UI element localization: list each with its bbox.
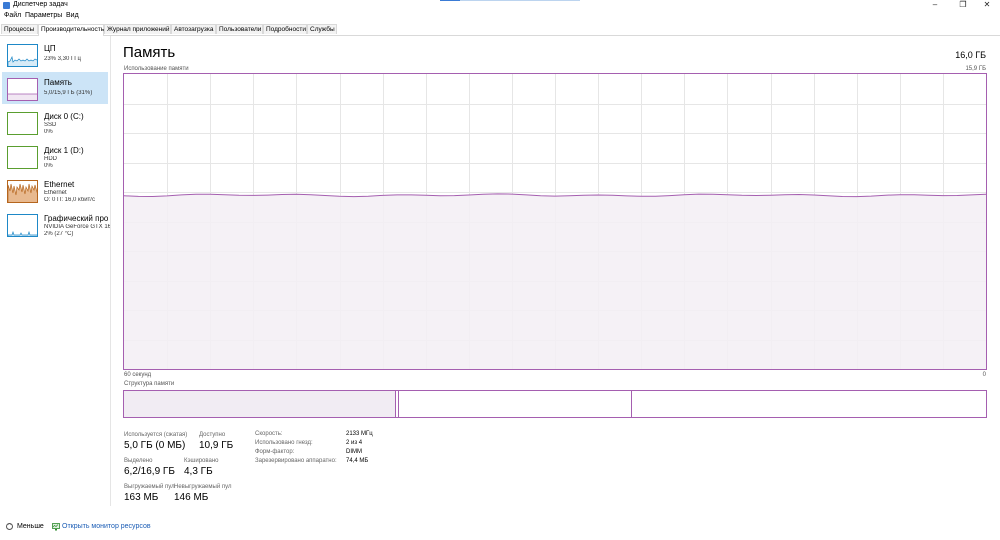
title-accent: [440, 0, 460, 1]
close-button[interactable]: ✕: [974, 0, 1000, 11]
nonpaged-pool-label: Невыгружаемый пул: [174, 484, 232, 490]
ethernet-thumbnail-graph: [7, 180, 38, 203]
menu-options[interactable]: Параметры: [25, 12, 62, 19]
tab-processes[interactable]: Процессы: [1, 24, 38, 34]
cached-label: Кэшировано: [184, 458, 219, 464]
sidebar-item-gpu[interactable]: Графический про NVIDIA GeForce GTX 166 2…: [2, 208, 110, 240]
tab-bar: Процессы Производительность Журнал прило…: [0, 24, 1000, 36]
tab-startup[interactable]: Автозагрузка: [171, 24, 216, 34]
available-value: 10,9 ГБ: [199, 440, 234, 451]
sidebar-item-memory[interactable]: Память 5,0/15,9 ГБ (31%): [2, 72, 108, 104]
sidebar-item-adapter: Ethernet: [44, 190, 67, 196]
tab-app-history[interactable]: Журнал приложений: [104, 24, 171, 34]
sidebar-item-title: Диск 1 (D:): [44, 146, 84, 155]
sidebar-item-cpu[interactable]: ЦП 23% 3,30 ГГц: [2, 38, 108, 70]
memory-usage-area: [124, 193, 986, 369]
graph-max-value: 15,9 ГБ: [965, 66, 986, 72]
footer-bar: ^ Меньше Открыть монитор ресурсов: [0, 520, 1000, 536]
graph-time-end: 0: [982, 372, 986, 378]
form-factor-value: DIMM: [346, 449, 362, 455]
sidebar-item-title: Ethernet: [44, 180, 75, 189]
tab-services[interactable]: Службы: [307, 24, 337, 34]
sidebar-item-model: NVIDIA GeForce GTX 166: [44, 224, 110, 230]
cpu-thumbnail-graph: [7, 44, 38, 67]
sidebar-item-usage: 2% (27 °C): [44, 231, 74, 237]
speed-value: 2133 МГц: [346, 431, 373, 437]
memory-thumbnail-graph: [7, 78, 38, 101]
sidebar-item-usage: 0%: [44, 163, 53, 169]
page-title: Память: [123, 44, 176, 61]
available-label: Доступно: [199, 432, 226, 438]
composition-in-use: [124, 391, 396, 417]
sidebar-item-title: Память: [44, 78, 72, 87]
slots-value: 2 из 4: [346, 440, 363, 446]
paged-pool-value: 163 МБ: [124, 492, 159, 503]
sidebar-item-detail: 5,0/15,9 ГБ (31%): [44, 90, 93, 96]
sidebar-item-title: ЦП: [44, 44, 56, 53]
sidebar-item-usage: 0%: [44, 129, 53, 135]
sidebar-item-type: HDD: [44, 156, 57, 162]
menu-file[interactable]: Файл: [4, 12, 21, 19]
sidebar-item-throughput: О: 0 П: 16,0 кбит/с: [44, 197, 95, 203]
paged-pool-label: Выгружаемый пул: [124, 484, 175, 490]
composition-standby: [399, 391, 632, 417]
committed-value: 6,2/16,9 ГБ: [124, 466, 175, 477]
title-accent-light: [460, 0, 580, 1]
disk-thumbnail-graph: [7, 146, 38, 169]
in-use-value: 5,0 ГБ (0 МБ): [124, 440, 186, 451]
speed-label: Скорость:: [255, 431, 283, 437]
graph-title: Использование памяти: [124, 66, 189, 72]
tab-users[interactable]: Пользователи: [216, 24, 263, 34]
gpu-thumbnail-graph: [7, 214, 38, 237]
hardware-reserved-value: 74,4 МБ: [346, 458, 369, 464]
sidebar-item-title: Диск 0 (C:): [44, 112, 84, 121]
graph-time-span: 60 секунд: [124, 372, 152, 378]
resource-monitor-icon[interactable]: [52, 523, 60, 531]
window-title: Диспетчер задач: [13, 1, 68, 8]
sidebar-item-type: SSD: [44, 122, 57, 128]
in-use-label: Используется (сжатая): [124, 432, 188, 438]
task-manager-icon: [3, 2, 10, 9]
tab-details[interactable]: Подробности: [263, 24, 307, 34]
open-resource-monitor-link[interactable]: Открыть монитор ресурсов: [62, 523, 151, 530]
memory-usage-graph: [123, 73, 987, 370]
sidebar-item-disk-0[interactable]: Диск 0 (C:) SSD 0%: [2, 106, 108, 138]
fewer-details-button[interactable]: Меньше: [17, 523, 44, 530]
sidebar-item-detail: 23% 3,30 ГГц: [44, 56, 81, 62]
chevron-up-icon[interactable]: ^: [6, 523, 13, 530]
composition-title: Структура памяти: [124, 381, 175, 387]
memory-composition-bar: [123, 390, 987, 418]
form-factor-label: Форм-фактор:: [255, 449, 295, 455]
sidebar-item-ethernet[interactable]: Ethernet Ethernet О: 0 П: 16,0 кбит/с: [2, 174, 108, 206]
slots-label: Использовано гнезд:: [255, 440, 313, 446]
hardware-reserved-label: Зарезервировано аппаратно:: [255, 458, 337, 464]
sidebar-item-title: Графический про: [44, 214, 109, 223]
nonpaged-pool-value: 146 МБ: [174, 492, 209, 503]
tab-performance[interactable]: Производительность: [38, 24, 104, 36]
restore-button[interactable]: ❐: [950, 0, 976, 11]
cached-value: 4,3 ГБ: [184, 466, 213, 477]
title-bar: Диспетчер задач – ❐ ✕: [0, 0, 1000, 11]
minimize-button[interactable]: –: [922, 0, 948, 11]
disk-thumbnail-graph: [7, 112, 38, 135]
performance-sidebar: ЦП 23% 3,30 ГГц Память 5,0/15,9 ГБ (31%)…: [0, 36, 111, 506]
menu-view[interactable]: Вид: [66, 12, 79, 19]
sidebar-item-disk-1[interactable]: Диск 1 (D:) HDD 0%: [2, 140, 108, 172]
total-memory: 16,0 ГБ: [955, 50, 986, 60]
committed-label: Выделено: [124, 458, 153, 464]
